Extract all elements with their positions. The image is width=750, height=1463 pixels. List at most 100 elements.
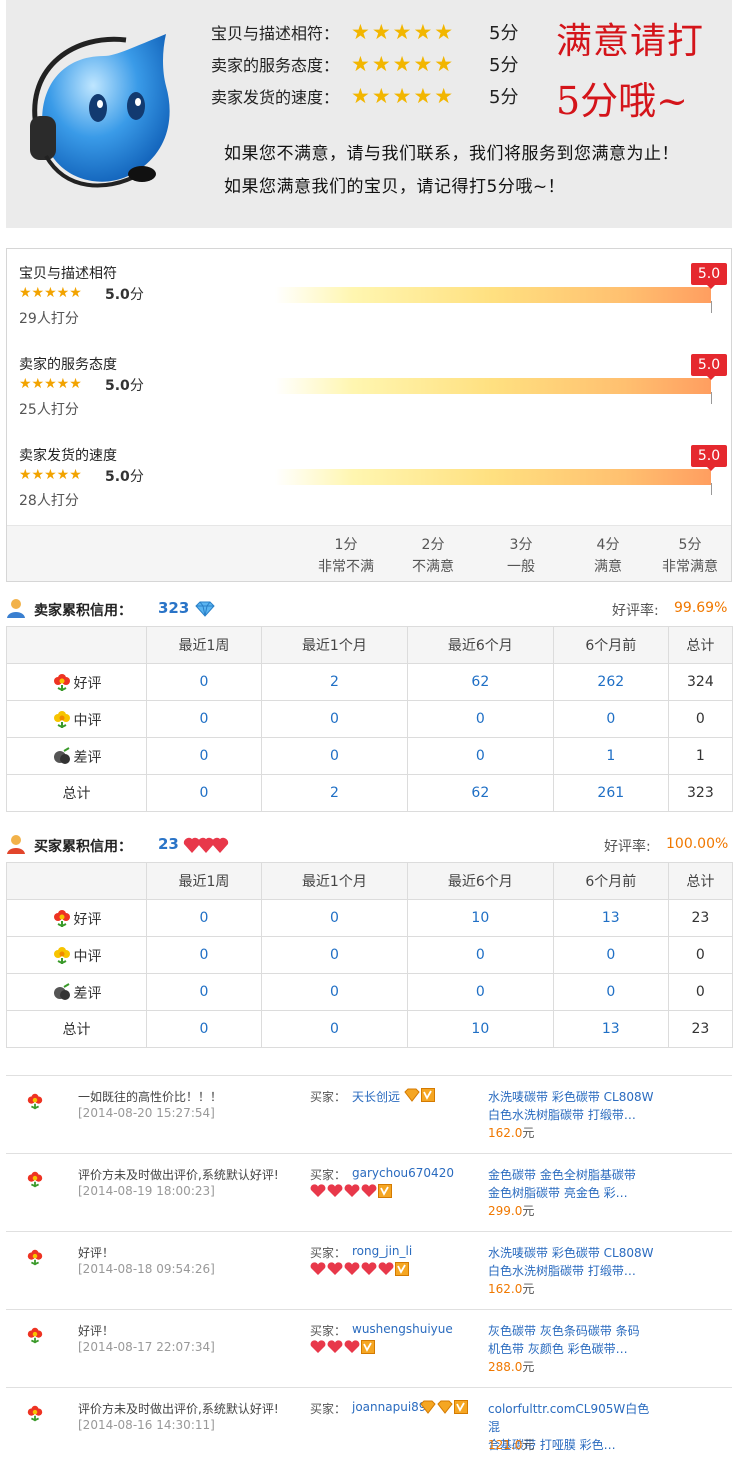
table-row: 好评 0 0 10 13 23	[6, 899, 734, 937]
credit-title: 买家累积信用：	[34, 839, 132, 855]
positive-rate-value: 99.69%	[674, 600, 728, 616]
buyer-credit-badge-icon[interactable]	[310, 1184, 392, 1201]
buyer-credit-badge-icon[interactable]	[310, 1340, 375, 1357]
table-cell[interactable]: 62	[406, 663, 554, 701]
review-date: [2014-08-19 18:00:23]	[78, 1184, 215, 1198]
table-cell[interactable]: 0	[260, 700, 408, 738]
review-date: [2014-08-17 22:07:34]	[78, 1340, 215, 1354]
item-title-link[interactable]: 水洗唛碳带 彩色碳带 CL808W 白色水洗树脂碳带 打缎带…	[488, 1088, 658, 1124]
scale-tick: 4分 满意	[594, 537, 622, 575]
bar-end-marker	[711, 483, 712, 495]
table-cell[interactable]: 0	[260, 1010, 408, 1048]
item-price: 288.0元	[488, 1360, 535, 1374]
table-cell[interactable]: 0	[260, 737, 408, 775]
table-cell[interactable]: 10	[406, 1010, 554, 1048]
buyer-credit-header: 买家累积信用： 23 好评率: 100.00%	[6, 832, 732, 858]
table-cell[interactable]: 2	[260, 774, 408, 812]
bar-end-marker	[711, 301, 712, 313]
table-cell[interactable]: 0	[260, 936, 408, 974]
table-cell[interactable]: 0	[406, 737, 554, 775]
seller-credit-table: 最近1周 最近1个月 最近6个月 6个月前 总计 好评 0 2 62 262 3…	[6, 626, 734, 812]
table-cell[interactable]: 0	[260, 899, 408, 937]
yellow-flower-icon	[53, 710, 70, 728]
seller-credit-header: 卖家累积信用： 323 好评率: 99.69%	[6, 596, 732, 622]
seller-avatar-icon	[7, 599, 25, 618]
credit-score[interactable]: 323	[158, 599, 189, 617]
star-rating-icon: ★★★★★	[19, 467, 82, 483]
score-bar	[275, 287, 711, 303]
row-label: 好评	[6, 663, 147, 701]
table-cell[interactable]: 0	[146, 700, 262, 738]
table-cell[interactable]: 0	[406, 936, 554, 974]
table-cell[interactable]: 0	[146, 1010, 262, 1048]
table-cell[interactable]: 261	[552, 774, 669, 812]
row-label: 差评	[6, 737, 147, 775]
dsr-score: 5.0分	[105, 287, 144, 303]
table-cell[interactable]: 0	[552, 700, 669, 738]
table-cell[interactable]: 0	[552, 973, 669, 1011]
table-cell[interactable]: 0	[146, 774, 262, 812]
dsr-count: 28人打分	[19, 493, 79, 509]
gray-flower-icon	[53, 982, 70, 1000]
review-comment: 评价方未及时做出评价,系统默认好评!	[78, 1402, 279, 1416]
table-cell[interactable]: 13	[552, 899, 669, 937]
table-cell[interactable]: 0	[146, 737, 262, 775]
buyer-label: 买家：	[310, 1090, 347, 1104]
item-title-link[interactable]: 灰色碳带 灰色条码碳带 条码 机色带 灰颜色 彩色碳带…	[488, 1322, 658, 1358]
star-rating-icon: ★★★★★	[19, 376, 82, 392]
dsr-item-service: 卖家的服务态度 ★★★★★ 5.0分 25人打分 5.0	[19, 354, 727, 440]
rating-banner: 宝贝与描述相符： ★★★★★ 5分 卖家的服务态度： ★★★★★ 5分 卖家发货…	[6, 0, 732, 228]
table-cell[interactable]: 1	[552, 737, 669, 775]
scale-tick: 5分 非常满意	[662, 537, 718, 575]
table-cell[interactable]: 0	[406, 700, 554, 738]
rating-label: 卖家发货的速度：	[211, 88, 340, 107]
buyer-name-link[interactable]: rong_jin_li	[352, 1244, 412, 1258]
table-cell[interactable]: 10	[406, 899, 554, 937]
table-cell[interactable]: 0	[146, 973, 262, 1011]
credit-score[interactable]: 23	[158, 835, 179, 853]
buyer-name-link[interactable]: 天长创远	[352, 1088, 400, 1105]
row-label: 中评	[6, 936, 147, 974]
credit-title: 卖家累积信用：	[34, 603, 132, 619]
buyer-name-link[interactable]: joannapui89	[352, 1400, 426, 1414]
table-cell[interactable]: 2	[260, 663, 408, 701]
buyer-name-link[interactable]: garychou670420	[352, 1166, 454, 1180]
column-header: 最近1个月	[260, 626, 408, 664]
review-date: [2014-08-18 09:54:26]	[78, 1262, 215, 1276]
star-rating-icon: ★★★★★	[19, 285, 82, 301]
table-row-total: 总计 0 2 62 261 323	[6, 774, 734, 812]
table-cell[interactable]: 0	[552, 936, 669, 974]
item-title-link[interactable]: 金色碳带 金色全树脂基碳带 金色树脂碳带 亮金色 彩…	[488, 1166, 658, 1202]
buyer-credit-badge-icon[interactable]	[420, 1400, 468, 1417]
table-row: 中评 0 0 0 0 0	[6, 936, 734, 974]
column-header: 6个月前	[552, 862, 669, 900]
table-cell[interactable]: 0	[146, 899, 262, 937]
table-cell[interactable]: 0	[146, 936, 262, 974]
star-rating-icon: ★★★★★	[351, 84, 456, 108]
table-cell[interactable]: 0	[406, 973, 554, 1011]
scale-tick: 1分 非常不满	[318, 537, 374, 575]
dsr-item-shipping: 卖家发货的速度 ★★★★★ 5.0分 28人打分 5.0	[19, 445, 727, 531]
buyer-credit-badge-icon[interactable]	[404, 1088, 435, 1105]
table-cell-total: 324	[667, 663, 734, 701]
review-comment: 好评！	[78, 1324, 115, 1338]
scale-tick: 2分 不满意	[412, 537, 454, 575]
buyer-credit-badge-icon[interactable]	[310, 1262, 409, 1279]
table-cell[interactable]: 0	[146, 663, 262, 701]
detailed-seller-rating: 宝贝与描述相符 ★★★★★ 5.0分 29人打分 5.0 卖家的服务态度 ★★★…	[6, 248, 732, 582]
table-cell-total: 0	[667, 700, 734, 738]
table-cell[interactable]: 62	[406, 774, 554, 812]
item-title-link[interactable]: 水洗唛碳带 彩色碳带 CL808W 白色水洗树脂碳带 打缎带…	[488, 1244, 658, 1280]
review-comment: 好评！	[78, 1246, 115, 1260]
buyer-name-link[interactable]: wushengshuiyue	[352, 1322, 453, 1336]
column-header: 总计	[667, 862, 734, 900]
good-review-flower-icon	[26, 1092, 44, 1113]
dsr-score: 5.0分	[105, 378, 144, 394]
table-cell[interactable]: 13	[552, 1010, 669, 1048]
table-cell[interactable]: 262	[552, 663, 669, 701]
positive-rate-label: 好评率:	[604, 839, 651, 855]
table-cell[interactable]: 0	[260, 973, 408, 1011]
review-item: 评价方未及时做出评价,系统默认好评! [2014-08-16 14:30:11] 买…	[6, 1387, 732, 1463]
star-rating-icon: ★★★★★	[351, 52, 456, 76]
column-header	[6, 862, 147, 900]
